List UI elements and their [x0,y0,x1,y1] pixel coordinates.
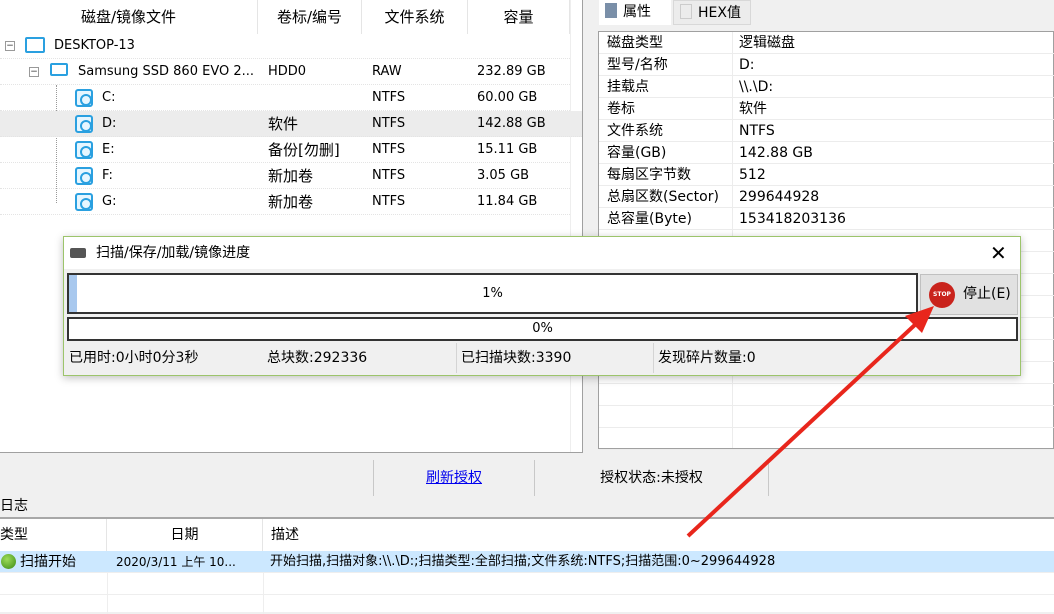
arrow-shaft [686,320,920,538]
annotation-arrow [686,306,934,538]
